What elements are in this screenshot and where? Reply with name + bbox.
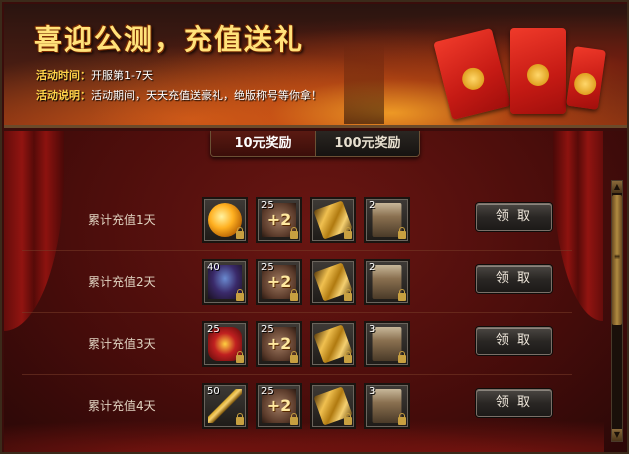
lock-icon — [236, 289, 244, 301]
claim-button[interactable]: 领 取 — [476, 203, 552, 231]
claim-button[interactable]: 领 取 — [476, 327, 552, 355]
row-label: 累计充值4天 — [88, 399, 156, 413]
claim-button[interactable]: 领 取 — [476, 389, 552, 417]
lock-icon — [344, 227, 352, 239]
scroll-thumb[interactable]: ≡ — [612, 195, 622, 325]
lock-icon — [290, 289, 298, 301]
scroll-up-icon[interactable]: ▲ — [612, 181, 622, 193]
event-time: 活动时间：开服第1-7天 — [36, 67, 153, 83]
lock-icon — [236, 227, 244, 239]
lock-icon — [236, 351, 244, 363]
red-envelope-icon — [565, 46, 607, 110]
item-count: 3 — [369, 324, 376, 335]
event-title: 喜迎公测，充值送礼 — [34, 23, 305, 56]
event-desc-value: 活动期间，天天充值送豪礼，绝版称号等你拿！ — [91, 89, 322, 102]
tab-10-yuan[interactable]: 10元奖励 — [211, 131, 315, 156]
lock-icon — [344, 289, 352, 301]
scroll-down-icon[interactable]: ▼ — [612, 429, 622, 441]
event-time-label: 活动时间： — [36, 69, 91, 82]
reward-item-slot[interactable] — [202, 197, 248, 243]
lock-icon — [236, 413, 244, 425]
reward-item-slot[interactable]: 3 — [364, 383, 410, 429]
lock-icon — [344, 413, 352, 425]
claim-button[interactable]: 领 取 — [476, 265, 552, 293]
lock-icon — [398, 289, 406, 301]
reward-item-slot[interactable]: 2 — [364, 259, 410, 305]
reward-item-slot[interactable]: 2 — [364, 197, 410, 243]
item-count: 50 — [207, 386, 220, 397]
lock-icon — [344, 351, 352, 363]
reward-item-slot[interactable] — [310, 259, 356, 305]
reward-item-slot[interactable]: 25 — [202, 321, 248, 367]
lock-icon — [398, 413, 406, 425]
reward-item-slot[interactable]: 50 — [202, 383, 248, 429]
lock-icon — [398, 227, 406, 239]
reward-item-slot[interactable]: 3 — [364, 321, 410, 367]
reward-item-slot[interactable]: +2 25 — [256, 321, 302, 367]
reward-item-slot[interactable]: +2 25 — [256, 197, 302, 243]
row-label: 累计充值1天 — [88, 213, 156, 227]
reward-row: 累计充值1天 +2 25 2 领 取 — [22, 189, 572, 251]
pagoda-silhouette — [344, 44, 384, 124]
item-count: 2 — [369, 262, 376, 273]
lock-icon — [398, 351, 406, 363]
reward-row: 累计充值4天 50 +2 25 3 领 取 — [22, 375, 572, 437]
reward-row: 累计充值2天 40 +2 25 2 领 取 — [22, 251, 572, 313]
tab-100-yuan[interactable]: 100元奖励 — [315, 131, 419, 156]
grip-icon: ≡ — [613, 252, 621, 261]
red-envelope-icon — [433, 27, 511, 121]
item-count: 25 — [261, 324, 274, 335]
reward-tabs: 10元奖励 100元奖励 — [210, 131, 420, 157]
lock-icon — [290, 413, 298, 425]
lock-icon — [290, 351, 298, 363]
reward-item-slot[interactable] — [310, 383, 356, 429]
row-label: 累计充值2天 — [88, 275, 156, 289]
item-count: 40 — [207, 262, 220, 273]
event-desc-label: 活动说明： — [36, 89, 91, 102]
item-count: 2 — [369, 200, 376, 211]
reward-panel: 10元奖励 100元奖励 累计充值1天 +2 25 2 领 取 累计充值2天 40… — [4, 131, 627, 452]
event-banner: 喜迎公测，充值送礼 活动时间：开服第1-7天 活动说明：活动期间，天天充值送豪礼… — [4, 4, 627, 128]
recharge-event-window: 喜迎公测，充值送礼 活动时间：开服第1-7天 活动说明：活动期间，天天充值送豪礼… — [0, 0, 629, 454]
red-envelope-icon — [510, 28, 566, 114]
reward-item-slot[interactable]: +2 25 — [256, 259, 302, 305]
item-count: 25 — [261, 200, 274, 211]
vertical-scrollbar[interactable]: ▲ ≡ ▼ — [611, 180, 623, 442]
event-description: 活动说明：活动期间，天天充值送豪礼，绝版称号等你拿！ — [36, 87, 322, 103]
row-label: 累计充值3天 — [88, 337, 156, 351]
reward-item-slot[interactable]: 40 — [202, 259, 248, 305]
event-time-value: 开服第1-7天 — [91, 69, 153, 82]
reward-item-slot[interactable] — [310, 321, 356, 367]
item-count: 3 — [369, 386, 376, 397]
item-count: 25 — [261, 262, 274, 273]
reward-item-slot[interactable]: +2 25 — [256, 383, 302, 429]
reward-item-slot[interactable] — [310, 197, 356, 243]
reward-row: 累计充值3天 25 +2 25 3 领 取 — [22, 313, 572, 375]
item-count: 25 — [261, 386, 274, 397]
lock-icon — [290, 227, 298, 239]
item-count: 25 — [207, 324, 220, 335]
